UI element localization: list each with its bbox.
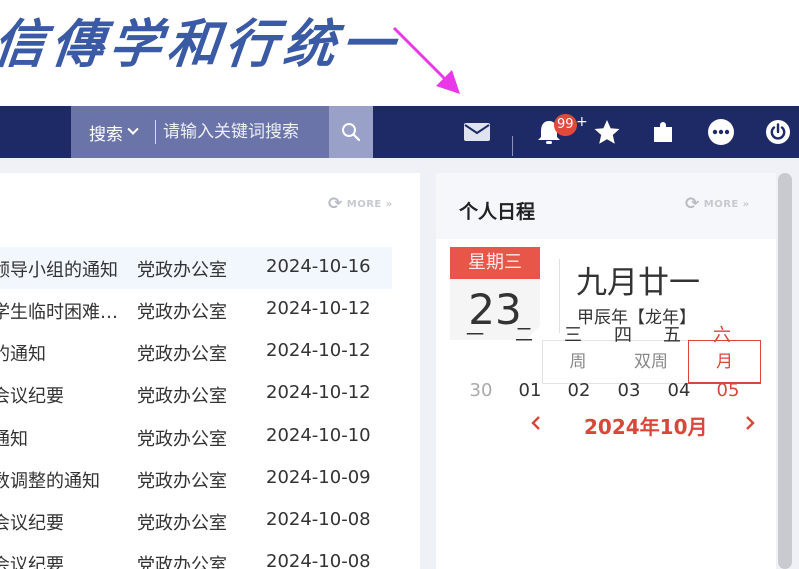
double-chevron-right-icon: » [738, 198, 750, 210]
schedule-more-link[interactable]: ⟳ MORE » [685, 194, 750, 214]
notice-date: 2024-10-09 [266, 467, 371, 488]
notice-row[interactable]: 学生临时困难… 党政办公室 2024-10-12 [0, 289, 392, 331]
schedule-header: 个人日程 ⟳ MORE » [436, 173, 776, 239]
chevron-down-icon [127, 123, 139, 135]
double-chevron-right-icon: » [381, 198, 393, 210]
notice-dept: 党政办公室 [137, 555, 227, 569]
mail-button[interactable] [460, 106, 494, 158]
notice-title[interactable]: 会议纪要 [0, 551, 122, 569]
site-banner: 信傳学和行统一 [0, 0, 799, 106]
notice-date: 2024-10-12 [266, 340, 371, 361]
notice-title[interactable]: 领导小组的通知 [0, 256, 122, 282]
search-box: 搜索 [71, 106, 373, 158]
notice-date: 2024-10-12 [266, 298, 371, 319]
search-input[interactable] [157, 106, 329, 158]
notice-date: 2024-10-12 [266, 382, 371, 403]
notice-more-label: MORE [346, 198, 382, 210]
month-navigator: 2024年10月 [436, 409, 776, 439]
today-weekday: 星期三 [450, 247, 540, 279]
notice-row[interactable]: 数调整的通知 党政办公室 2024-10-09 [0, 458, 392, 500]
search-divider [155, 120, 156, 144]
lunar-date: 九月廿一 [576, 265, 700, 301]
mail-icon [464, 123, 490, 141]
weekday-header: 四 [614, 325, 632, 346]
more-icon [708, 119, 734, 145]
notice-date: 2024-10-08 [266, 551, 371, 569]
notice-dept: 党政办公室 [137, 260, 227, 281]
notice-title[interactable]: 学生临时困难… [0, 298, 122, 324]
notice-title[interactable]: 通知 [0, 425, 122, 451]
search-button[interactable] [329, 106, 373, 158]
search-scope-dropdown[interactable]: 搜索 [71, 106, 155, 158]
weekday-header: 三 [564, 325, 582, 346]
site-logo-text: 信傳学和行统一 [0, 14, 403, 75]
tab-week[interactable]: 周 [543, 341, 613, 383]
navbar-separator [512, 136, 513, 156]
notice-title[interactable]: 数调整的通知 [0, 467, 122, 493]
notice-dept: 党政办公室 [137, 429, 227, 450]
notice-title[interactable]: 会议纪要 [0, 382, 122, 408]
tab-biweek[interactable]: 双周 [615, 341, 687, 383]
notice-date: 2024-10-16 [266, 256, 371, 277]
weekday-header: 五 [663, 325, 681, 346]
notice-row[interactable]: 会议纪要 党政办公室 2024-10-12 [0, 373, 392, 415]
logout-button[interactable] [762, 106, 794, 158]
next-month-button[interactable] [740, 411, 760, 435]
notice-dept: 党政办公室 [137, 471, 227, 492]
calendar-date[interactable]: 01 [515, 380, 545, 401]
notice-title[interactable]: 会议纪要 [0, 509, 122, 535]
favorites-button[interactable] [590, 106, 624, 158]
apps-button[interactable] [648, 106, 680, 158]
notice-row[interactable]: 的通知 党政办公室 2024-10-12 [0, 331, 392, 373]
notice-date: 2024-10-08 [266, 509, 371, 530]
notice-row[interactable]: 领导小组的通知 党政办公室 2024-10-16 [0, 247, 392, 289]
puzzle-icon [654, 122, 672, 142]
more-button[interactable] [704, 106, 738, 158]
calendar-date[interactable]: 30 [466, 380, 496, 401]
calendar-date[interactable]: 02 [564, 380, 594, 401]
notification-count-badge: 99 [554, 114, 577, 136]
calendar-date[interactable]: 04 [664, 380, 694, 401]
scrollbar[interactable] [778, 173, 792, 569]
notification-count-plus: + [576, 114, 588, 130]
notice-dept: 党政办公室 [137, 513, 227, 534]
calendar-date[interactable]: 03 [614, 380, 644, 401]
notice-dept: 党政办公室 [137, 302, 227, 323]
weekday-header: 一 [466, 325, 484, 346]
prev-month-button[interactable] [526, 411, 546, 435]
notice-panel: ⟳ MORE » 领导小组的通知 党政办公室 2024-10-16 学生临时困难… [0, 173, 420, 569]
month-label: 2024年10月 [584, 415, 708, 439]
schedule-more-label: MORE [703, 198, 739, 210]
chevron-right-icon [746, 416, 755, 430]
refresh-icon: ⟳ [328, 194, 343, 214]
schedule-title: 个人日程 [459, 201, 536, 223]
notice-title[interactable]: 的通知 [0, 340, 122, 366]
weekday-header: 六 [713, 325, 731, 346]
calendar-date[interactable]: 05 [713, 380, 743, 401]
chevron-left-icon [531, 416, 540, 430]
search-icon [342, 123, 361, 142]
top-navbar: 搜索 [0, 106, 799, 158]
notice-row[interactable]: 通知 党政办公室 2024-10-10 [0, 416, 392, 458]
notice-row[interactable]: 会议纪要 党政办公室 2024-10-08 [0, 542, 392, 569]
search-scope-label: 搜索 [89, 124, 123, 145]
notice-row[interactable]: 会议纪要 党政办公室 2024-10-08 [0, 500, 392, 542]
notice-dept: 党政办公室 [137, 386, 227, 407]
annotation-arrow-icon [392, 26, 460, 94]
notice-date: 2024-10-10 [266, 425, 371, 446]
power-icon [766, 120, 790, 144]
notice-more-link[interactable]: ⟳ MORE » [328, 194, 393, 214]
refresh-icon: ⟳ [685, 194, 700, 214]
weekday-header: 二 [515, 325, 533, 346]
notice-dept: 党政办公室 [137, 344, 227, 365]
star-icon [594, 120, 620, 144]
schedule-panel: 个人日程 ⟳ MORE » 星期三 23 九月廿一 甲辰年【龙年】 周 双周 月… [436, 173, 776, 569]
